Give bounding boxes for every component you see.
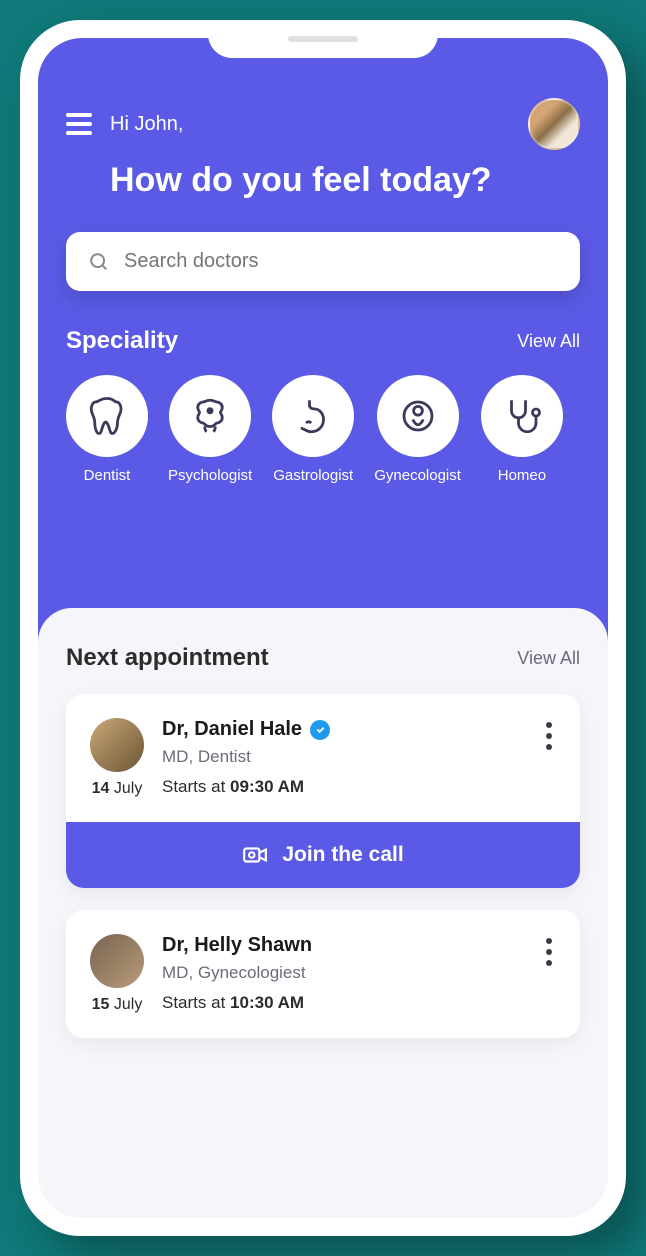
speciality-item-dentist[interactable]: Dentist <box>66 375 148 484</box>
doctor-credentials: MD, Gynecologiest <box>162 963 524 983</box>
speciality-item-psychologist[interactable]: Psychologist <box>168 375 252 484</box>
speciality-label: Gastrologist <box>273 467 353 484</box>
appointments-view-all[interactable]: View All <box>517 648 580 669</box>
greeting-text: Hi John, <box>110 113 183 136</box>
stethoscope-icon <box>501 395 543 437</box>
speciality-title: Speciality <box>66 327 178 355</box>
speciality-item-gynecologist[interactable]: Gynecologist <box>374 375 461 484</box>
speciality-item-homeo[interactable]: Homeo <box>481 375 563 484</box>
page-headline: How do you feel today? <box>110 158 580 202</box>
doctor-name: Dr, Helly Shawn <box>162 934 524 957</box>
doctor-avatar <box>90 718 144 772</box>
search-bar[interactable] <box>66 232 580 291</box>
menu-button[interactable] <box>66 113 92 135</box>
appointment-time: Starts at 09:30 AM <box>162 777 524 797</box>
more-menu-button[interactable] <box>542 718 556 754</box>
appointment-card[interactable]: 15 July Dr, Helly Shawn MD, Gynecologies… <box>66 910 580 1038</box>
speciality-item-gastrologist[interactable]: Gastrologist <box>272 375 354 484</box>
baby-icon <box>397 395 439 437</box>
speciality-list: Dentist Psychologist <box>66 375 580 484</box>
speciality-view-all[interactable]: View All <box>517 331 580 352</box>
tooth-icon <box>86 395 128 437</box>
appointments-title: Next appointment <box>66 644 269 672</box>
doctor-avatar <box>90 934 144 988</box>
brain-icon <box>189 395 231 437</box>
more-menu-button[interactable] <box>542 934 556 970</box>
appointment-card[interactable]: 14 July Dr, Daniel Hale MD, Dentist Sta <box>66 694 580 888</box>
speciality-label: Psychologist <box>168 467 252 484</box>
search-icon <box>88 251 110 273</box>
join-call-button[interactable]: Join the call <box>66 822 580 888</box>
appointment-date: 14 July <box>92 780 143 798</box>
verified-icon <box>310 720 330 740</box>
appointment-date: 15 July <box>92 996 143 1014</box>
doctor-credentials: MD, Dentist <box>162 747 524 767</box>
speciality-label: Gynecologist <box>374 467 461 484</box>
video-icon <box>242 842 268 868</box>
stomach-icon <box>292 395 334 437</box>
appointment-time: Starts at 10:30 AM <box>162 993 524 1013</box>
speciality-label: Dentist <box>84 467 131 484</box>
search-input[interactable] <box>124 250 558 273</box>
doctor-name: Dr, Daniel Hale <box>162 718 524 741</box>
profile-avatar[interactable] <box>528 98 580 150</box>
speciality-label: Homeo <box>498 467 546 484</box>
